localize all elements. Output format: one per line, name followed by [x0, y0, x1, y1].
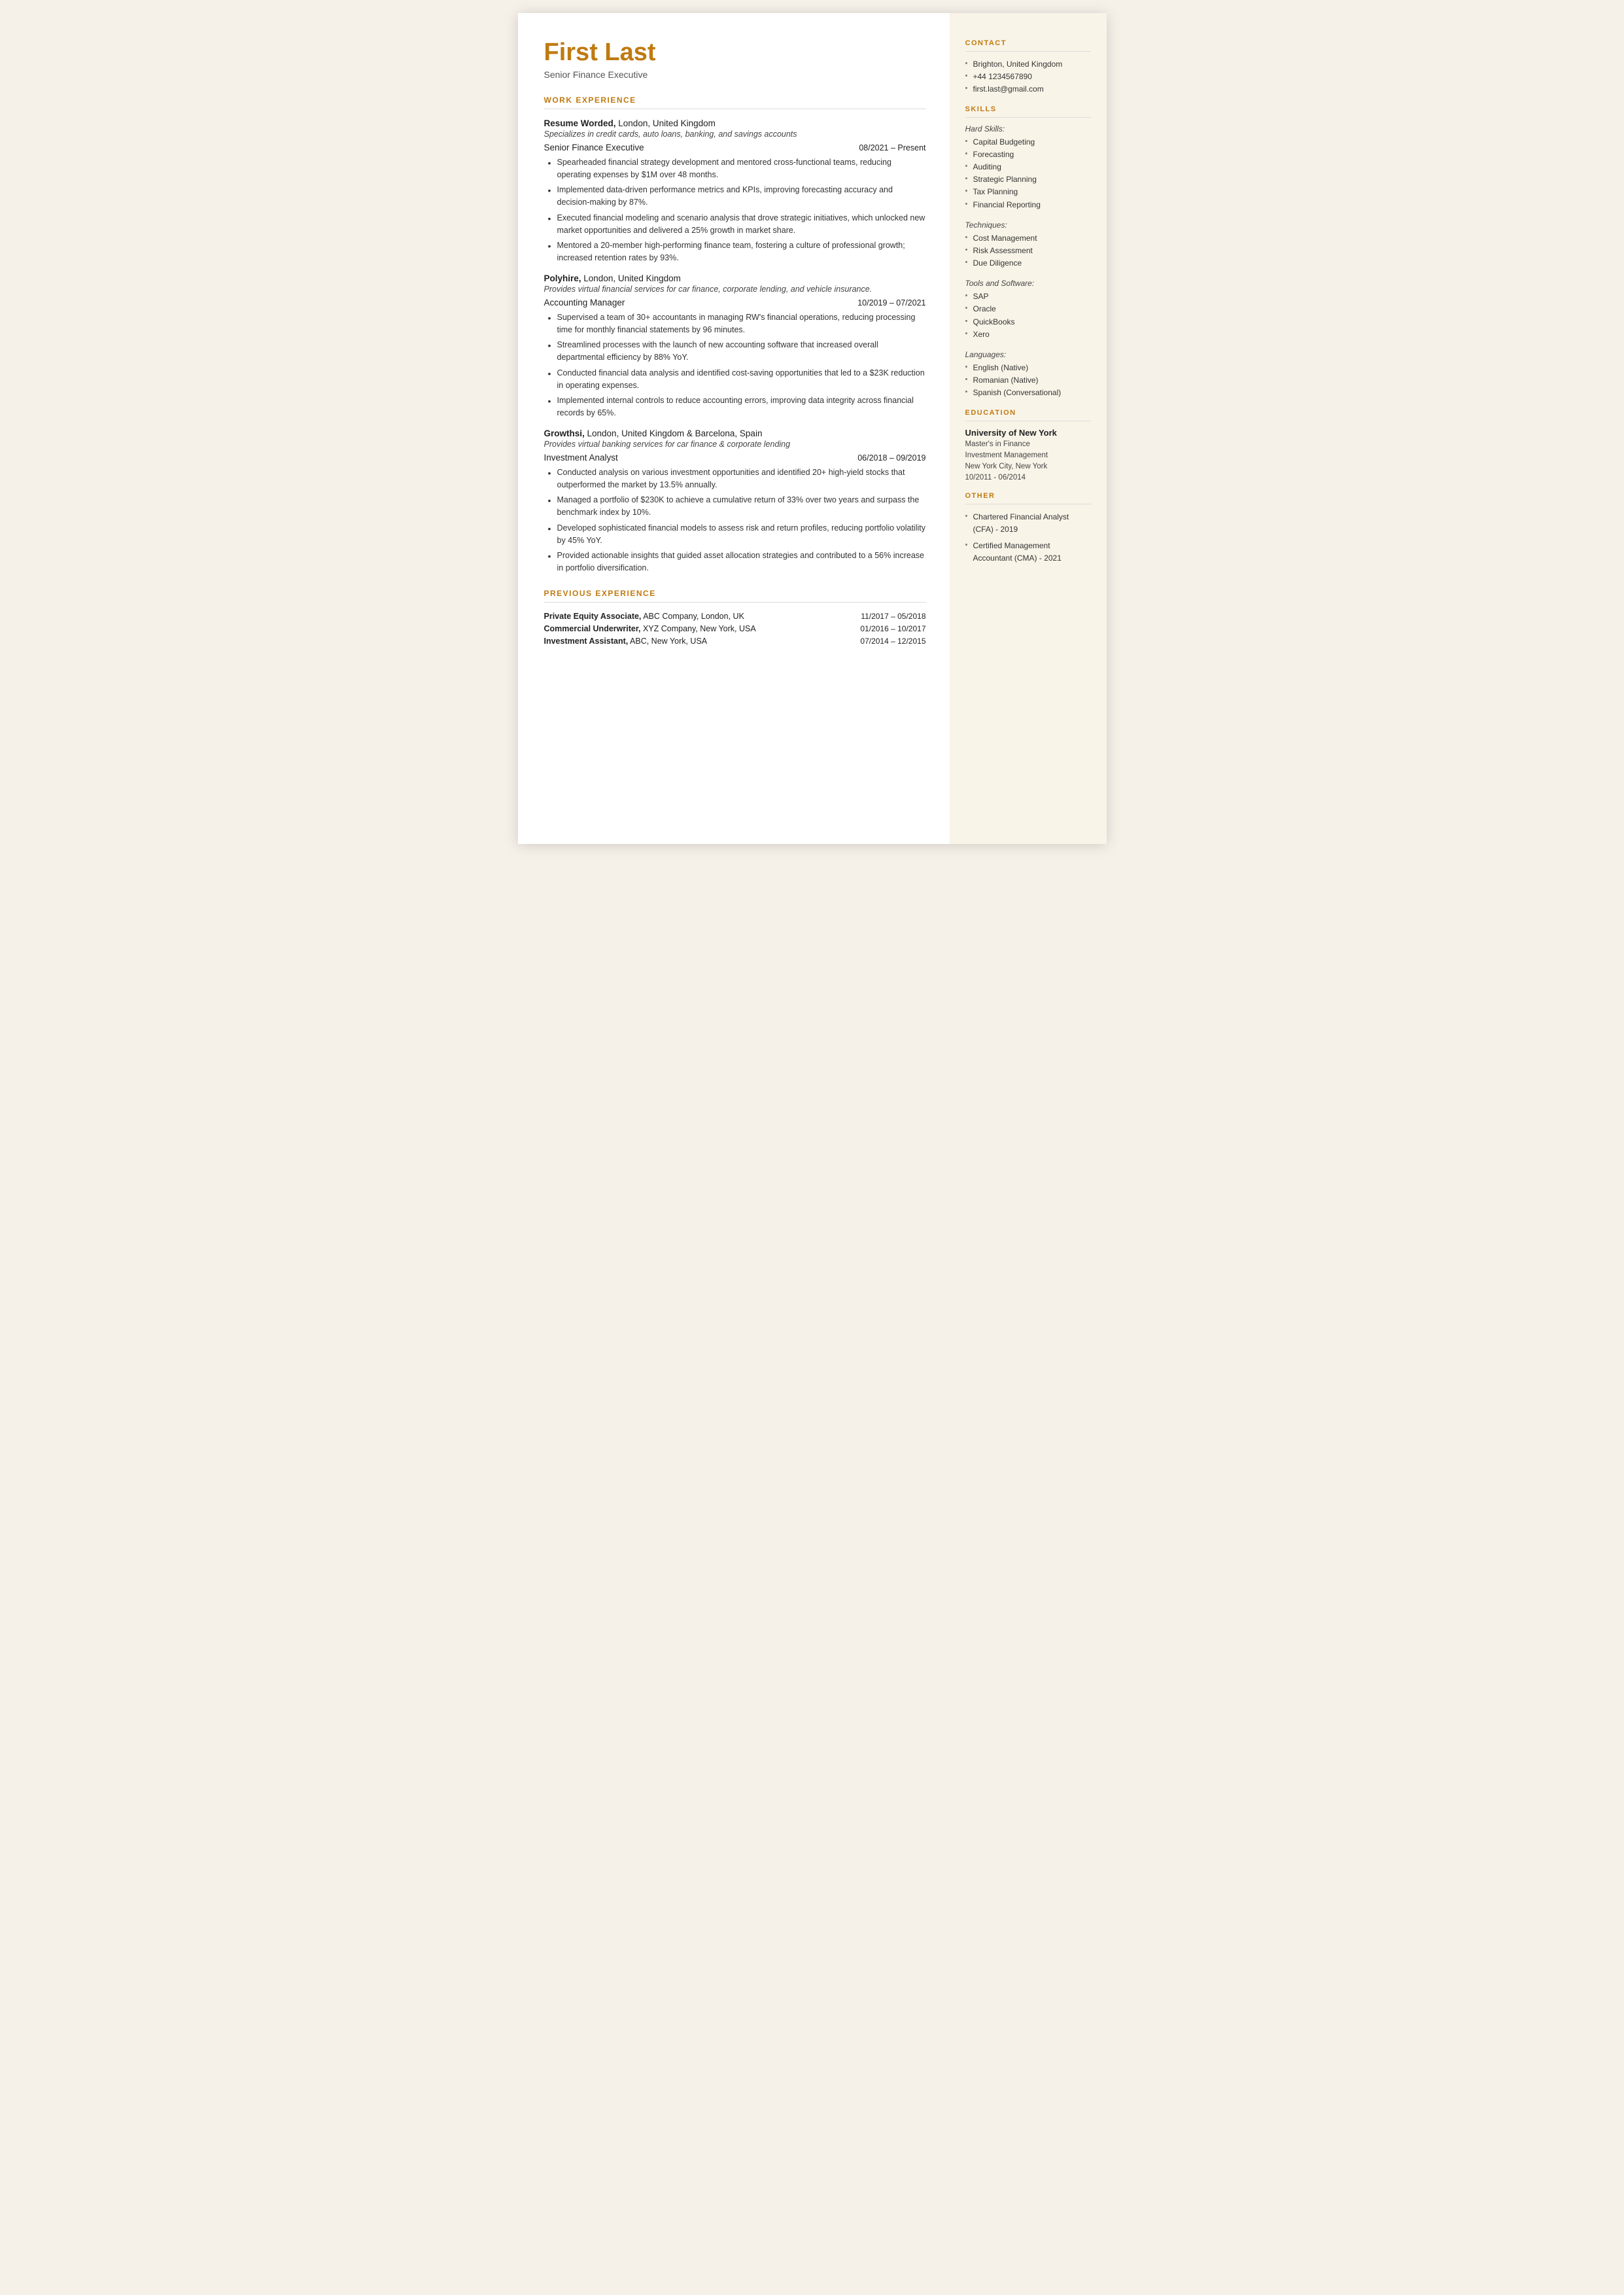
contact-item-0: Brighton, United Kingdom: [965, 58, 1091, 71]
languages-label: Languages:: [965, 350, 1091, 359]
employer-name-0: Resume Worded,: [544, 118, 616, 128]
role-row-1: Accounting Manager 10/2019 – 07/2021: [544, 298, 926, 307]
bullet-item-1-2: Conducted financial data analysis and id…: [547, 367, 926, 392]
role-row-2: Investment Analyst 06/2018 – 09/2019: [544, 453, 926, 463]
previous-experience-heading: PREVIOUS EXPERIENCE: [544, 589, 926, 598]
other-item-1: Certified Management Accountant (CMA) - …: [965, 540, 1091, 565]
edu-entry-0: University of New YorkMaster's in Financ…: [965, 428, 1091, 484]
prev-exp-left-0: Private Equity Associate, ABC Company, L…: [544, 612, 744, 621]
employer-name-2: Growthsi,: [544, 429, 585, 438]
other-item-0: Chartered Financial Analyst (CFA) - 2019: [965, 511, 1091, 536]
hard-skill-0: Capital Budgeting: [965, 136, 1091, 149]
candidate-name: First Last: [544, 39, 926, 67]
main-column: First Last Senior Finance Executive WORK…: [518, 13, 950, 844]
hard-skill-5: Financial Reporting: [965, 199, 1091, 211]
hard-skill-2: Auditing: [965, 161, 1091, 173]
employer-desc-1: Provides virtual financial services for …: [544, 285, 926, 294]
techniques-list: Cost ManagementRisk AssessmentDue Dilige…: [965, 232, 1091, 270]
bullet-list-1: Supervised a team of 30+ accountants in …: [544, 311, 926, 419]
previous-experience-entries: Private Equity Associate, ABC Company, L…: [544, 612, 926, 646]
hard-skills-list: Capital BudgetingForecastingAuditingStra…: [965, 136, 1091, 211]
employer-line-1: Polyhire, London, United Kingdom: [544, 273, 926, 283]
employer-line-0: Resume Worded, London, United Kingdom: [544, 118, 926, 128]
candidate-title: Senior Finance Executive: [544, 69, 926, 80]
bullet-list-0: Spearheaded financial strategy developme…: [544, 156, 926, 264]
edu-school-0: University of New York: [965, 428, 1091, 438]
role-dates-1: 10/2019 – 07/2021: [857, 298, 925, 307]
employer-name-1: Polyhire,: [544, 273, 581, 283]
previous-experience-divider: [544, 602, 926, 603]
tools-label: Tools and Software:: [965, 279, 1091, 288]
skills-heading: SKILLS: [965, 105, 1091, 113]
prev-exp-row-0: Private Equity Associate, ABC Company, L…: [544, 612, 926, 621]
role-dates-2: 06/2018 – 09/2019: [857, 453, 925, 463]
hard-skill-1: Forecasting: [965, 149, 1091, 161]
hard-skills-label: Hard Skills:: [965, 124, 1091, 133]
language-1: Romanian (Native): [965, 374, 1091, 387]
other-list: Chartered Financial Analyst (CFA) - 2019…: [965, 511, 1091, 565]
prev-exp-title-bold-1: Commercial Underwriter,: [544, 624, 641, 633]
prev-exp-title-bold-0: Private Equity Associate,: [544, 612, 642, 621]
bullet-item-2-3: Provided actionable insights that guided…: [547, 550, 926, 574]
bullet-item-0-3: Mentored a 20-member high-performing fin…: [547, 239, 926, 264]
techniques-label: Techniques:: [965, 220, 1091, 230]
prev-exp-title-bold-2: Investment Assistant,: [544, 637, 629, 646]
technique-1: Risk Assessment: [965, 245, 1091, 257]
bullet-item-0-0: Spearheaded financial strategy developme…: [547, 156, 926, 181]
tool-0: SAP: [965, 290, 1091, 303]
employer-desc-0: Specializes in credit cards, auto loans,…: [544, 130, 926, 139]
prev-exp-dates-2: 07/2014 – 12/2015: [860, 637, 925, 646]
bullet-item-1-3: Implemented internal controls to reduce …: [547, 394, 926, 419]
prev-exp-left-1: Commercial Underwriter, XYZ Company, New…: [544, 624, 756, 633]
skills-divider: [965, 117, 1091, 118]
contact-divider: [965, 51, 1091, 52]
bullet-item-1-1: Streamlined processes with the launch of…: [547, 339, 926, 364]
prev-exp-left-2: Investment Assistant, ABC, New York, USA: [544, 637, 708, 646]
bullet-list-2: Conducted analysis on various investment…: [544, 466, 926, 574]
bullet-item-0-2: Executed financial modeling and scenario…: [547, 212, 926, 237]
contact-list: Brighton, United Kingdom+44 1234567890fi…: [965, 58, 1091, 96]
hard-skill-4: Tax Planning: [965, 186, 1091, 198]
employer-line-2: Growthsi, London, United Kingdom & Barce…: [544, 429, 926, 438]
sidebar: CONTACT Brighton, United Kingdom+44 1234…: [950, 13, 1107, 844]
contact-heading: CONTACT: [965, 39, 1091, 47]
technique-0: Cost Management: [965, 232, 1091, 245]
tool-3: Xero: [965, 328, 1091, 341]
tools-list: SAPOracleQuickBooksXero: [965, 290, 1091, 341]
tool-2: QuickBooks: [965, 316, 1091, 328]
role-row-0: Senior Finance Executive 08/2021 – Presen…: [544, 143, 926, 152]
role-title-2: Investment Analyst: [544, 453, 618, 463]
tool-1: Oracle: [965, 303, 1091, 315]
technique-2: Due Diligence: [965, 257, 1091, 270]
edu-detail-0: Master's in FinanceInvestment Management…: [965, 439, 1091, 484]
prev-exp-row-1: Commercial Underwriter, XYZ Company, New…: [544, 624, 926, 633]
prev-exp-dates-1: 01/2016 – 10/2017: [860, 624, 925, 633]
contact-item-1: +44 1234567890: [965, 71, 1091, 83]
bullet-item-2-0: Conducted analysis on various investment…: [547, 466, 926, 491]
bullet-item-0-1: Implemented data-driven performance metr…: [547, 184, 926, 209]
bullet-item-2-1: Managed a portfolio of $230K to achieve …: [547, 494, 926, 519]
hard-skill-3: Strategic Planning: [965, 173, 1091, 186]
work-entry-1: Polyhire, London, United Kingdom Provides…: [544, 273, 926, 419]
resume-page: First Last Senior Finance Executive WORK…: [518, 13, 1107, 844]
prev-exp-row-2: Investment Assistant, ABC, New York, USA…: [544, 637, 926, 646]
role-title-0: Senior Finance Executive: [544, 143, 644, 152]
role-title-1: Accounting Manager: [544, 298, 625, 307]
language-2: Spanish (Conversational): [965, 387, 1091, 399]
work-entry-0: Resume Worded, London, United Kingdom Spe…: [544, 118, 926, 264]
language-0: English (Native): [965, 362, 1091, 374]
bullet-item-1-0: Supervised a team of 30+ accountants in …: [547, 311, 926, 336]
other-heading: OTHER: [965, 492, 1091, 500]
education-heading: EDUCATION: [965, 409, 1091, 417]
education-entries: University of New YorkMaster's in Financ…: [965, 428, 1091, 484]
work-entries: Resume Worded, London, United Kingdom Spe…: [544, 118, 926, 574]
bullet-item-2-2: Developed sophisticated financial models…: [547, 522, 926, 547]
prev-exp-dates-0: 11/2017 – 05/2018: [861, 612, 925, 621]
languages-list: English (Native)Romanian (Native)Spanish…: [965, 362, 1091, 400]
contact-item-2: first.last@gmail.com: [965, 83, 1091, 96]
work-experience-heading: WORK EXPERIENCE: [544, 96, 926, 105]
work-entry-2: Growthsi, London, United Kingdom & Barce…: [544, 429, 926, 574]
role-dates-0: 08/2021 – Present: [859, 143, 925, 152]
employer-desc-2: Provides virtual banking services for ca…: [544, 440, 926, 449]
